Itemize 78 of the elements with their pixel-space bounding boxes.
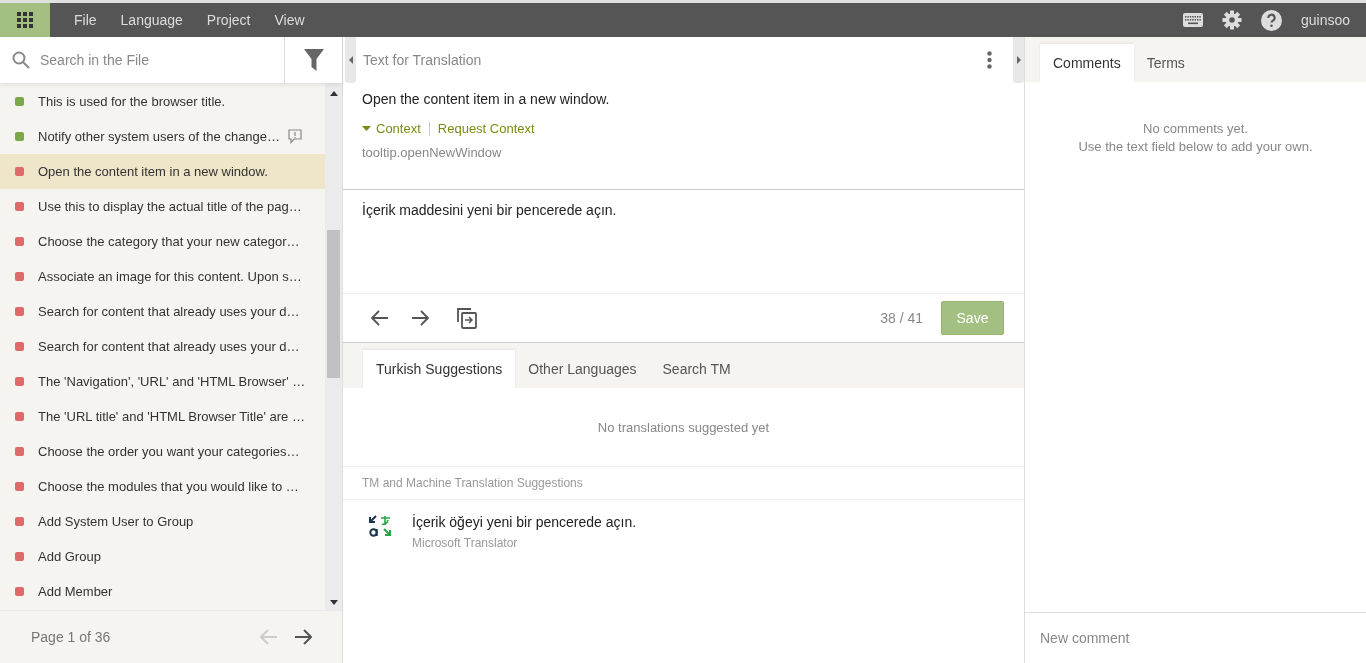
string-list-item[interactable]: Associate an image for this content. Upon s…	[0, 259, 325, 294]
translate-icon	[368, 514, 392, 538]
string-list-item[interactable]: Search for content that already uses your d…	[0, 294, 325, 329]
string-list-item[interactable]: Choose the modules that you would like to …	[0, 469, 325, 504]
string-text: Use this to display the actual title of the pag…	[38, 199, 302, 214]
string-list-item[interactable]: This is used for the browser title.	[0, 84, 325, 119]
empty-message: No translations suggested yet	[343, 388, 1024, 467]
menu-item[interactable]: Project	[194, 12, 263, 28]
keyboard-icon[interactable]	[1182, 13, 1203, 27]
menu-item[interactable]: File	[62, 12, 109, 28]
string-text: Choose the order you want your categories…	[38, 444, 300, 459]
empty-message: No comments yet.	[1142, 120, 1249, 138]
menu-item[interactable]: Language	[108, 12, 195, 28]
request-context-link[interactable]: Request Context	[437, 121, 535, 136]
suggestion-tab[interactable]: Other Languages	[515, 350, 650, 388]
string-text: Add Member	[38, 584, 113, 599]
filter-icon	[303, 49, 324, 71]
string-text: The 'Navigation', 'URL' and 'HTML Browser' …	[38, 374, 306, 389]
string-text: Choose the modules that you would like to …	[38, 479, 299, 494]
scroll-down-icon[interactable]	[329, 600, 338, 605]
caret-icon	[348, 56, 353, 64]
string-text: Add Group	[38, 549, 101, 564]
string-text: Notify other system users of the change…	[38, 129, 281, 144]
string-list-item[interactable]: Choose the category that your new categor…	[0, 224, 325, 259]
string-list-item[interactable]: Choose the order you want your categories…	[0, 434, 325, 469]
grid-icon	[16, 11, 34, 29]
string-list-item[interactable]: Search for content that already uses your d…	[0, 329, 325, 364]
string-text: This is used for the browser title.	[38, 94, 226, 109]
collapse-left-button[interactable]	[345, 37, 356, 83]
scrollbar-thumb[interactable]	[327, 230, 340, 378]
more-options-icon[interactable]	[987, 51, 992, 69]
string-text: The 'URL title' and 'HTML Browser Title' are …	[38, 409, 305, 424]
string-text: Open the content item in a new window.	[38, 164, 268, 179]
apps-grid-button[interactable]	[0, 3, 50, 37]
string-list-item[interactable]: Use this to display the actual title of the pag…	[0, 189, 325, 224]
comments-tab[interactable]: Terms	[1133, 44, 1198, 82]
string-list-item[interactable]: Add Member	[0, 574, 325, 609]
string-text: Search for content that already uses your d…	[38, 304, 300, 319]
search-field[interactable]: Search in the File	[38, 51, 272, 69]
string-text: Choose the category that your new categor…	[38, 234, 300, 249]
suggestion-tab[interactable]: Turkish Suggestions	[363, 350, 516, 388]
caret-icon	[362, 126, 371, 131]
comments-tab[interactable]: Comments	[1040, 44, 1134, 82]
forward-arrow-icon[interactable]	[411, 310, 429, 326]
string-text: Search for content that already uses your d…	[38, 339, 300, 354]
string-key: tooltip.openNewWindow	[362, 145, 1005, 160]
character-counter: 38 / 41	[880, 310, 923, 326]
scrollbar[interactable]	[325, 83, 342, 610]
copy-source-icon[interactable]	[457, 307, 477, 329]
string-list-item[interactable]: Add Group	[0, 539, 325, 574]
string-list-item[interactable]: Add System User to Group	[0, 504, 325, 539]
section-header: TM and Machine Translation Suggestions	[343, 467, 1024, 500]
filter-button[interactable]	[284, 37, 342, 83]
search-box[interactable]: Search in the File	[0, 37, 284, 83]
string-text: Add System User to Group	[38, 514, 194, 529]
settings-icon[interactable]	[1221, 10, 1242, 30]
suggestion-tab[interactable]: Search TM	[649, 350, 744, 388]
empty-message: Use the text field below to add your own.	[1077, 138, 1314, 156]
string-list-item[interactable]: The 'URL title' and 'HTML Browser Title' are …	[0, 399, 325, 434]
user-name[interactable]: guinsoo	[1300, 12, 1350, 28]
next-page-icon[interactable]	[294, 629, 312, 645]
back-arrow-icon[interactable]	[371, 310, 389, 326]
collapse-right-button[interactable]	[1013, 37, 1024, 83]
context-link[interactable]: Context	[376, 121, 421, 136]
search-icon	[12, 51, 30, 69]
string-list-item[interactable]: Open the content item in a new window.	[0, 154, 325, 189]
suggestion-text[interactable]: İçerik öğeyi yeni bir pencerede açın.	[412, 514, 637, 530]
caret-icon	[1016, 56, 1021, 64]
string-text: Associate an image for this content. Upon s…	[38, 269, 302, 284]
suggestion-source: Microsoft Translator	[412, 536, 519, 550]
string-list-item[interactable]: Notify other system users of the change…	[0, 119, 325, 154]
source-text: Open the content item in a new window.	[362, 91, 611, 107]
help-icon[interactable]	[1260, 9, 1282, 31]
page-indicator: Page 1 of 36	[31, 629, 111, 645]
string-list-item[interactable]: The 'Navigation', 'URL' and 'HTML Browser' …	[0, 364, 325, 399]
menu-item[interactable]: View	[262, 12, 317, 28]
panel-title: Text for Translation	[363, 52, 482, 68]
scroll-up-icon[interactable]	[329, 91, 338, 96]
